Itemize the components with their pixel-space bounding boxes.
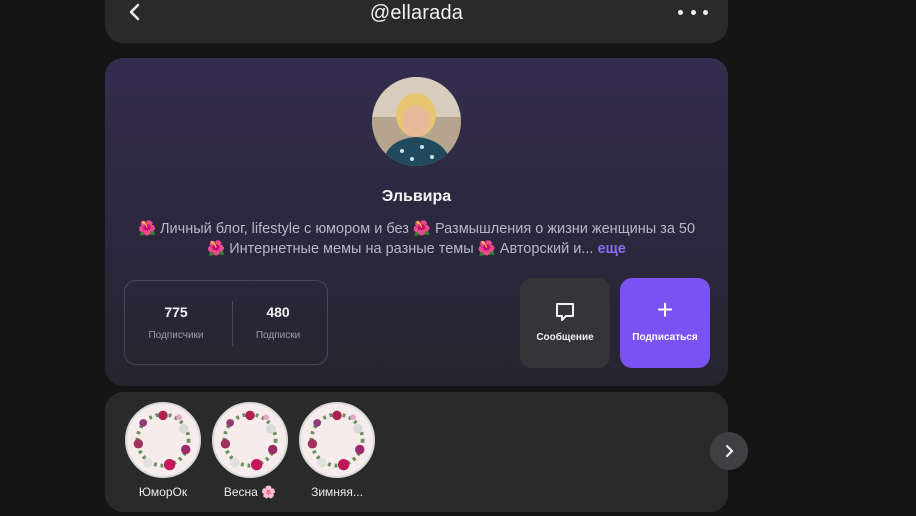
message-button-label: Сообщение (536, 332, 594, 343)
bio-line-2: 🌺 Интернетные мемы на разные темы 🌺 Авто… (125, 239, 708, 259)
highlight-item[interactable]: Весна 🌸 (210, 402, 290, 499)
subscribe-button-label: Подписаться (632, 332, 698, 343)
highlight-cover (299, 402, 375, 478)
flower-wreath-icon (301, 404, 373, 476)
top-bar: @ellarada (105, 0, 728, 43)
avatar[interactable] (372, 77, 461, 166)
profile-name: Эльвира (381, 188, 452, 205)
more-horizontal-icon (678, 9, 683, 15)
highlight-cover (212, 402, 288, 478)
stats-box: 775 Подписчики 480 Подписки (124, 280, 328, 365)
chat-icon (556, 303, 574, 321)
highlights-next-button[interactable] (710, 432, 748, 470)
highlight-item[interactable]: Зимняя... (297, 402, 377, 499)
message-button[interactable]: Сообщение (520, 278, 610, 368)
followers-count: 775 (164, 304, 188, 320)
plus-icon: + (656, 294, 674, 325)
profile-bio: 🌺 Личный блог, lifestyle с юмором и без … (125, 219, 708, 259)
highlights-row: ЮморОк Весна 🌸 Зимняя... (105, 392, 728, 512)
bio-line-2-text: 🌺 Интернетные мемы на разные темы 🌺 Авто… (207, 241, 594, 257)
bio-line-1: 🌺 Личный блог, lifestyle с юмором и без … (137, 221, 696, 237)
highlight-label: ЮморОк (138, 485, 188, 499)
avatar-image (372, 77, 461, 166)
followers-stat[interactable]: 775 Подписчики (125, 281, 227, 366)
following-stat[interactable]: 480 Подписки (227, 281, 329, 366)
page-title: @ellarada (369, 2, 464, 24)
following-count: 480 (266, 304, 290, 320)
followers-label: Подписчики (148, 330, 204, 341)
highlight-item[interactable]: ЮморОк (123, 402, 203, 499)
highlight-label: Весна 🌸 (223, 485, 277, 499)
following-label: Подписки (255, 330, 301, 341)
flower-wreath-icon (214, 404, 286, 476)
profile-card: Эльвира 🌺 Личный блог, lifestyle с юморо… (105, 58, 728, 386)
highlight-cover (125, 402, 201, 478)
flower-wreath-icon (127, 404, 199, 476)
highlight-label: Зимняя... (311, 485, 363, 499)
subscribe-button[interactable]: + Подписаться (620, 278, 710, 368)
profile-page: @ellarada Эльвира 🌺 Личный блог, lifesty… (0, 0, 916, 516)
bio-more-link[interactable]: еще (597, 241, 625, 257)
more-options-button[interactable] (678, 2, 708, 22)
chevron-right-icon (725, 444, 734, 458)
